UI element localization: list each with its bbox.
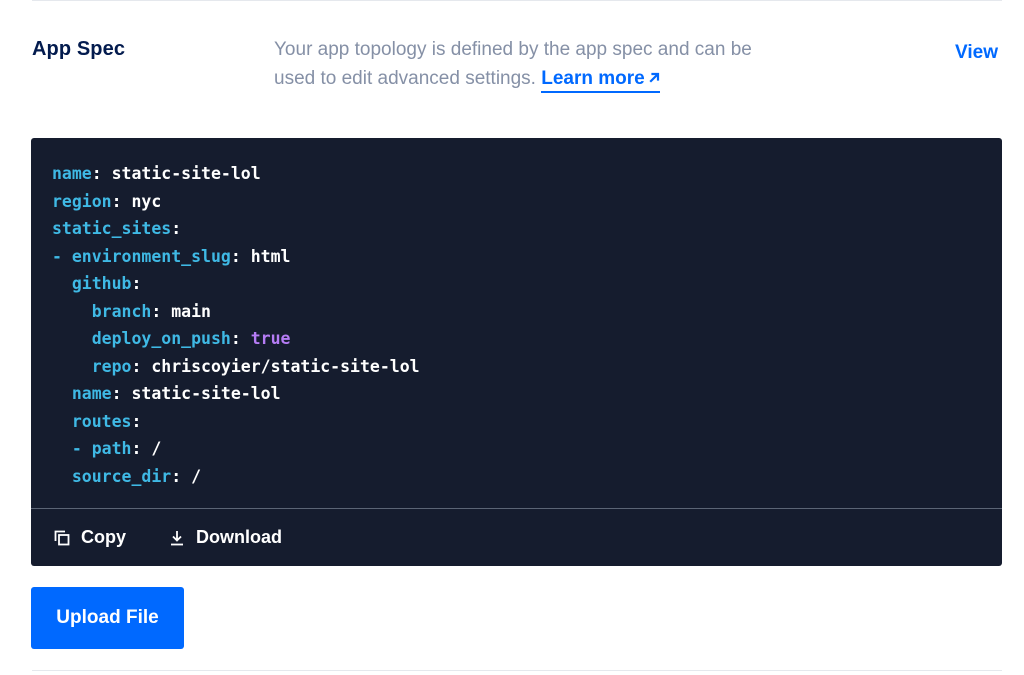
code-colon: : (131, 274, 142, 293)
code-value: / (191, 466, 202, 486)
code-colon: : (91, 164, 112, 183)
code-line: name: static-site-lol (52, 380, 420, 408)
code-line: deploy_on_push: true (52, 325, 420, 353)
code-colon: : (111, 384, 132, 403)
code-value: html (250, 246, 291, 266)
app-spec-code[interactable]: name: static-site-lol region: nyc static_s… (52, 160, 420, 490)
code-panel: name: static-site-lol region: nyc static_s… (31, 138, 1002, 566)
code-line: branch: main (52, 298, 420, 326)
code-line: static_sites: (52, 215, 420, 243)
code-value: chriscoyier/static-site-lol (151, 356, 420, 376)
code-value: main (171, 301, 211, 321)
copy-label: Copy (81, 527, 126, 547)
code-key: name (71, 384, 112, 403)
learn-more-label: Learn more (541, 68, 645, 89)
code-key: environment_slug (71, 246, 231, 266)
description-text: Your app topology is defined by the app … (274, 39, 752, 89)
code-value: / (151, 439, 162, 458)
copy-button[interactable]: Copy (53, 527, 126, 548)
code-colon: : (230, 329, 251, 348)
code-line: - environment_slug: html (52, 243, 420, 271)
code-colon: : (131, 411, 142, 431)
arrow-up-right-icon (649, 64, 660, 92)
code-line: name: static-site-lol (52, 160, 420, 188)
code-colon: : (171, 466, 192, 486)
code-key: path (91, 439, 132, 458)
code-key: branch (91, 301, 152, 321)
code-key: routes (71, 411, 132, 431)
code-line: routes: (52, 408, 420, 436)
section-description: Your app topology is defined by the app … (274, 36, 794, 93)
copy-icon (53, 529, 71, 547)
code-key: static_sites (52, 219, 172, 238)
code-colon: : (151, 301, 172, 321)
code-key: region (52, 191, 112, 211)
code-line: repo: chriscoyier/static-site-lol (52, 353, 420, 381)
view-link[interactable]: View (955, 42, 998, 64)
app-spec-section: App Spec Your app topology is defined by… (0, 0, 1024, 675)
code-colon: : (171, 219, 182, 238)
code-value: true (250, 329, 291, 348)
code-line: source_dir: / (52, 463, 420, 491)
code-value: static-site-lol (131, 384, 281, 403)
download-button[interactable]: Download (168, 527, 282, 548)
download-label: Download (196, 527, 282, 547)
top-divider (32, 0, 1002, 1)
learn-more-link[interactable]: Learn more (541, 68, 660, 93)
code-line: region: nyc (52, 188, 420, 216)
code-line: github: (52, 270, 420, 298)
code-value: static-site-lol (111, 164, 261, 183)
code-colon: : (131, 356, 152, 376)
section-title: App Spec (32, 38, 126, 60)
download-icon (168, 529, 186, 547)
code-colon: : (230, 246, 251, 266)
code-indent: - (52, 439, 92, 458)
bottom-divider (32, 670, 1002, 671)
code-key: source_dir (71, 466, 172, 486)
code-footer: Copy Download (31, 508, 1002, 566)
code-key: repo (91, 356, 132, 376)
code-line: - path: / (52, 435, 420, 463)
code-key: github (71, 274, 132, 293)
code-key: name (52, 164, 92, 183)
code-key: deploy_on_push (91, 329, 231, 348)
code-colon: : (131, 439, 152, 458)
code-value: nyc (131, 191, 162, 211)
code-indent: - (52, 246, 72, 266)
upload-file-button[interactable]: Upload File (31, 587, 184, 649)
code-colon: : (111, 191, 132, 211)
